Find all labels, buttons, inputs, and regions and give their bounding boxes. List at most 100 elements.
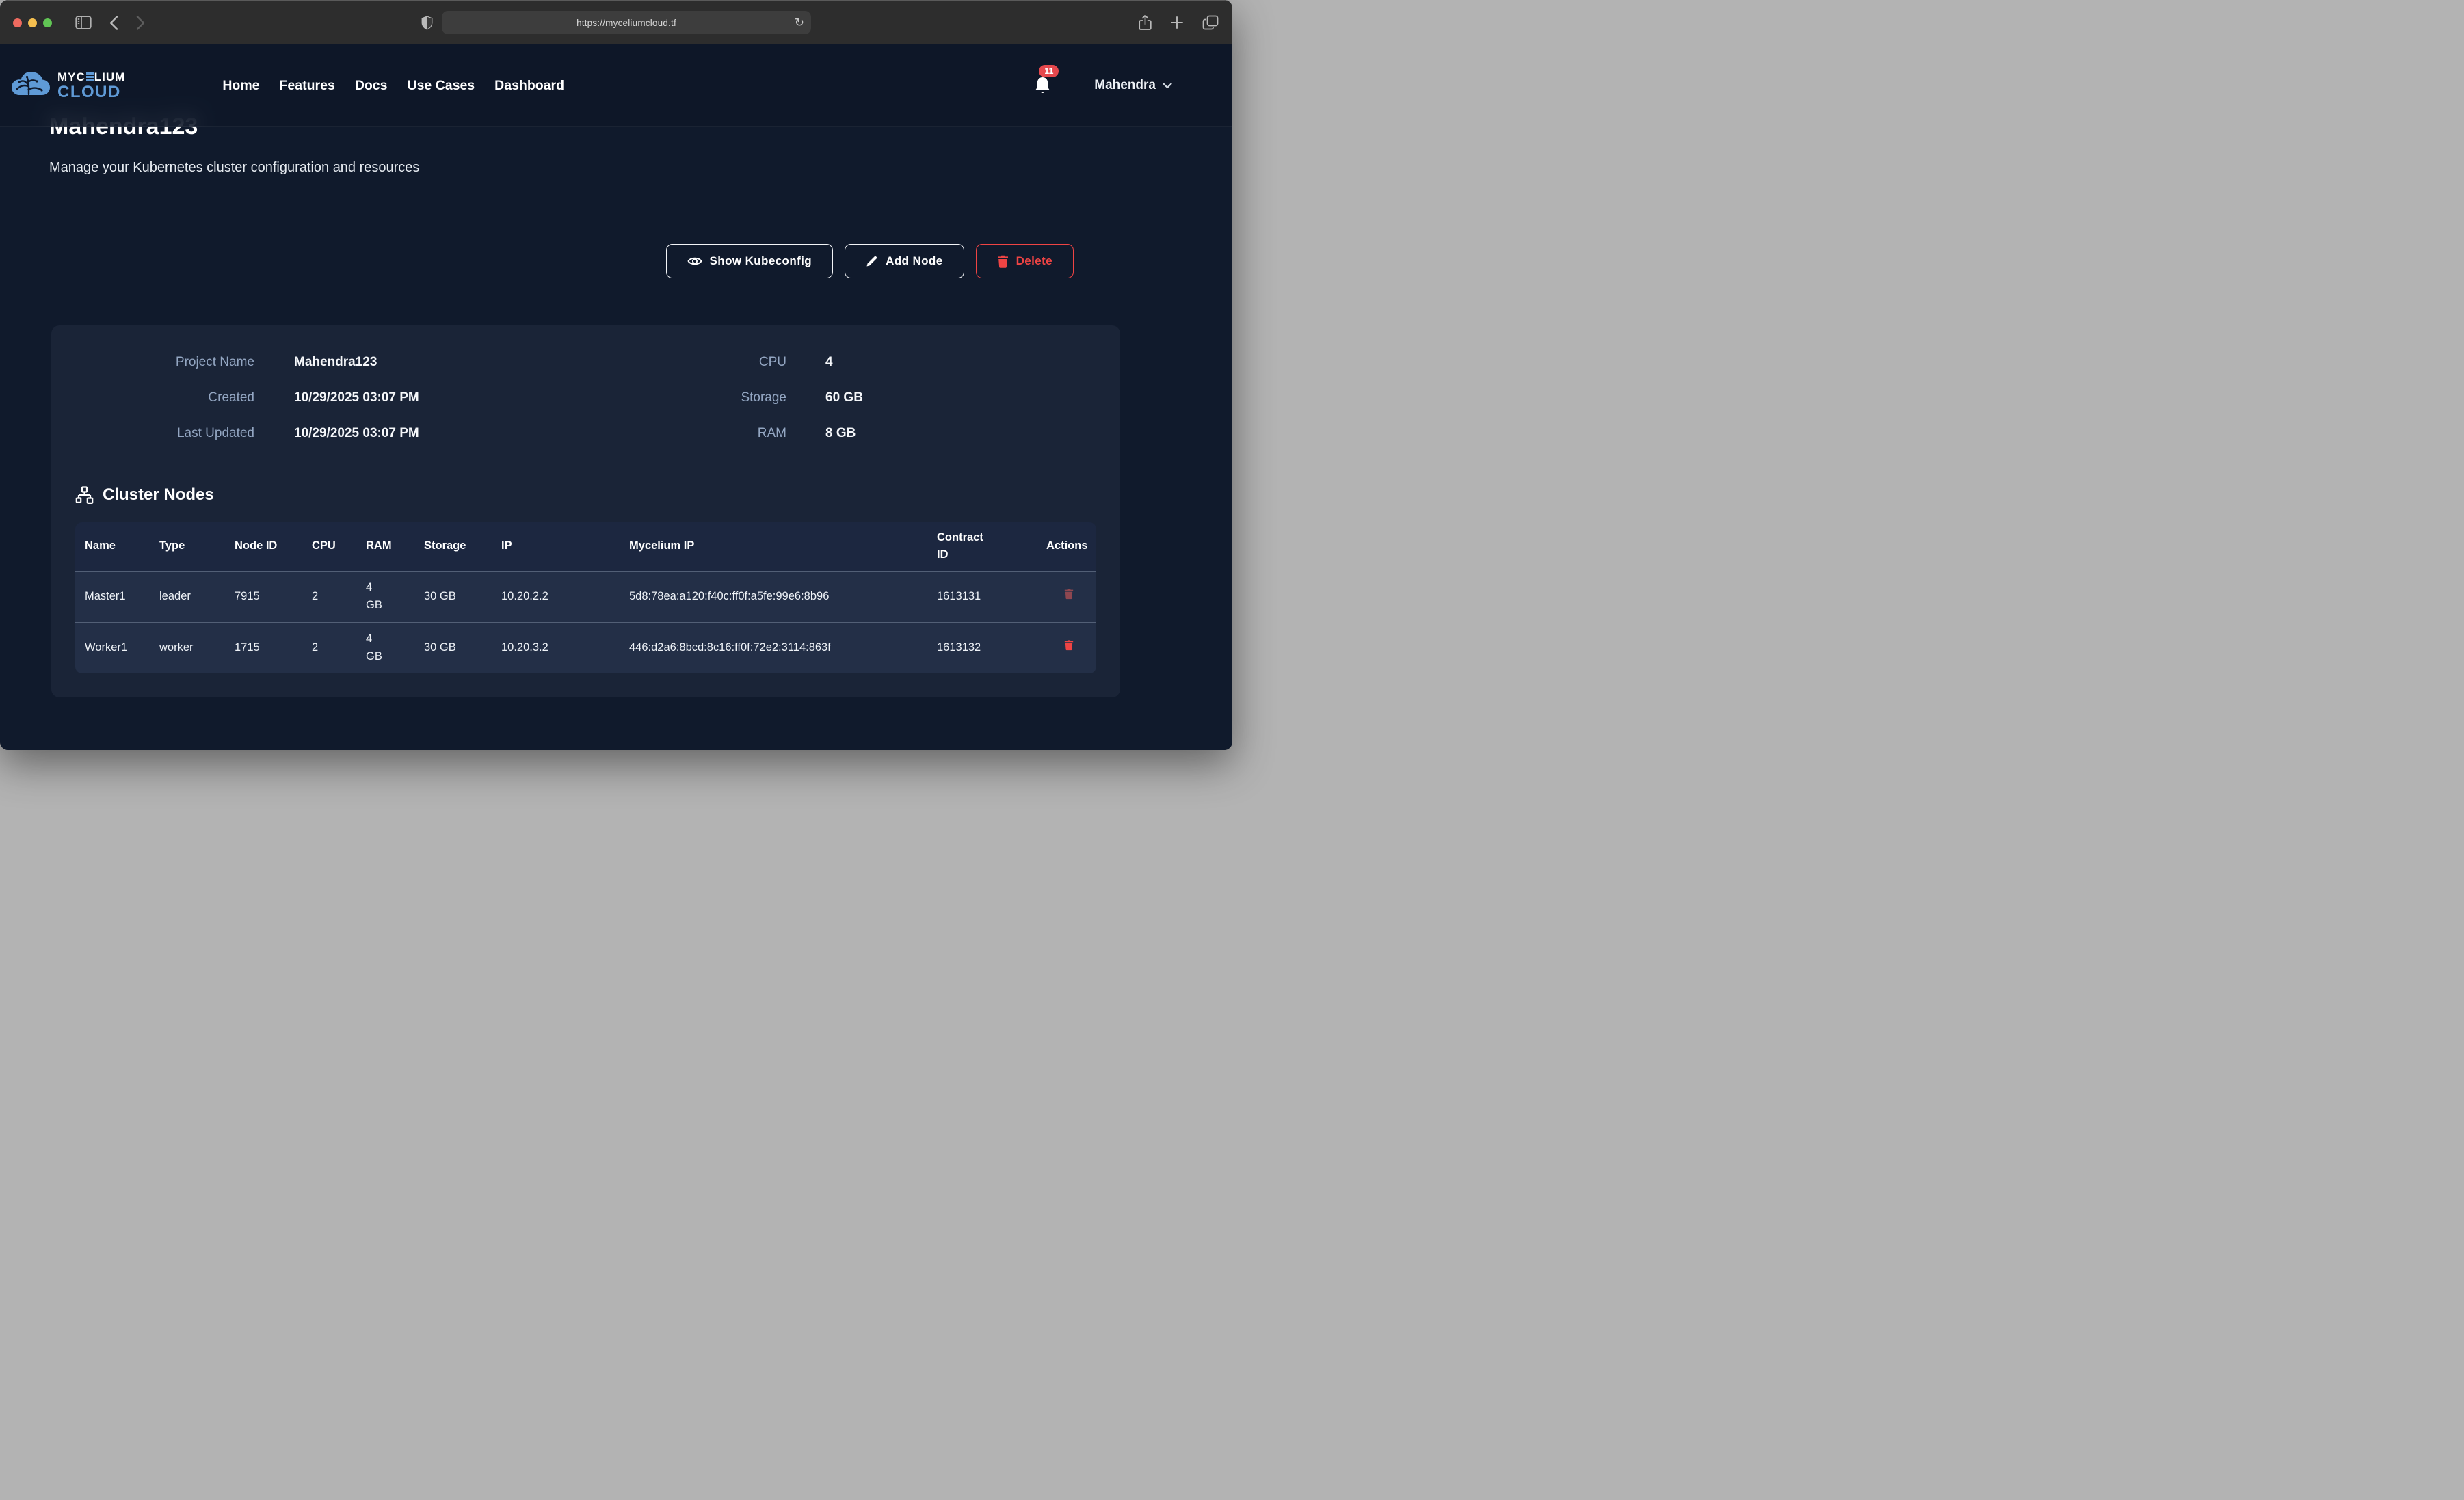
node-storage: 30 GB — [414, 622, 492, 673]
table-header-row: Name Type Node ID CPU RAM Storage IP Myc… — [75, 522, 1096, 571]
close-window-button[interactable] — [13, 18, 22, 27]
nav-item-dashboard[interactable]: Dashboard — [494, 78, 564, 94]
table-row: Master1 leader 7915 2 4 GB 30 GB 10.20.2… — [75, 571, 1096, 622]
window-controls — [13, 18, 52, 27]
back-icon[interactable] — [109, 16, 118, 30]
col-actions: Actions — [1037, 522, 1096, 571]
tab-overview-icon[interactable] — [1202, 15, 1219, 30]
nav-item-home[interactable]: Home — [222, 78, 259, 94]
node-id: 7915 — [225, 571, 302, 622]
col-ram: RAM — [356, 522, 414, 571]
node-type: leader — [150, 571, 225, 622]
storage-label: Storage — [571, 390, 786, 405]
mycelium-cloud-logo[interactable]: MYC LIUM CLOUD — [11, 70, 125, 101]
delete-node-button[interactable] — [1064, 639, 1074, 651]
project-name-value: Mahendra123 — [294, 355, 571, 370]
node-cpu: 2 — [302, 571, 356, 622]
nav-links: Home Features Docs Use Cases Dashboard — [222, 78, 564, 94]
node-actions — [1037, 622, 1096, 673]
add-node-button[interactable]: Add Node — [845, 244, 964, 278]
col-storage: Storage — [414, 522, 492, 571]
last-updated-label: Last Updated — [75, 426, 254, 441]
node-ip: 10.20.2.2 — [492, 571, 620, 622]
node-actions — [1037, 571, 1096, 622]
cpu-value: 4 — [825, 355, 1096, 370]
node-mycelium-ip: 5d8:78ea:a120:f40c:ff0f:a5fe:99e6:8b96 — [620, 571, 927, 622]
node-contract-id: 1613131 — [927, 571, 1037, 622]
show-kubeconfig-button[interactable]: Show Kubeconfig — [666, 244, 834, 278]
cluster-details-panel: Project Name Mahendra123 CPU 4 Created 1… — [51, 325, 1120, 697]
trash-icon — [1064, 639, 1074, 651]
cluster-nodes-header: Cluster Nodes — [75, 485, 1096, 505]
new-tab-icon[interactable] — [1170, 16, 1184, 29]
node-ram: 4 GB — [356, 622, 414, 673]
delete-cluster-button[interactable]: Delete — [976, 244, 1074, 278]
node-type: worker — [150, 622, 225, 673]
address-bar[interactable]: https://myceliumcloud.tf ↻ — [442, 11, 811, 34]
notification-badge: 11 — [1039, 65, 1059, 78]
col-name: Name — [75, 522, 150, 571]
col-node-id: Node ID — [225, 522, 302, 571]
node-ram: 4 GB — [356, 571, 414, 622]
node-contract-id: 1613132 — [927, 622, 1037, 673]
share-icon[interactable] — [1139, 14, 1152, 31]
nav-item-features[interactable]: Features — [280, 78, 335, 94]
browser-window: https://myceliumcloud.tf ↻ — [0, 0, 1232, 750]
logo-bars-icon — [86, 72, 94, 81]
cluster-actions-bar: Show Kubeconfig Add Node Delete — [0, 244, 1074, 278]
logo-wordmark: MYC LIUM CLOUD — [57, 71, 125, 101]
last-updated-value: 10/29/2025 03:07 PM — [294, 426, 571, 441]
browser-toolbar: https://myceliumcloud.tf ↻ — [0, 0, 1232, 44]
node-cpu: 2 — [302, 622, 356, 673]
col-contract-id: Contract ID — [927, 522, 1037, 571]
col-ip: IP — [492, 522, 620, 571]
node-id: 1715 — [225, 622, 302, 673]
minimize-window-button[interactable] — [28, 18, 37, 27]
cpu-label: CPU — [571, 355, 786, 370]
col-cpu: CPU — [302, 522, 356, 571]
notifications-button[interactable]: 11 — [1033, 76, 1052, 96]
col-mycelium-ip: Mycelium IP — [620, 522, 927, 571]
cluster-nodes-table: Name Type Node ID CPU RAM Storage IP Myc… — [75, 522, 1096, 673]
nav-item-use-cases[interactable]: Use Cases — [408, 78, 475, 94]
reload-icon[interactable]: ↻ — [795, 17, 804, 29]
trash-icon — [997, 255, 1009, 268]
url-text: https://myceliumcloud.tf — [577, 18, 676, 28]
user-menu[interactable]: Mahendra — [1094, 78, 1172, 93]
logo-word-bottom: CLOUD — [57, 84, 125, 101]
node-ip: 10.20.3.2 — [492, 622, 620, 673]
bell-icon — [1033, 76, 1052, 96]
user-name: Mahendra — [1094, 78, 1156, 93]
network-nodes-icon — [75, 486, 94, 505]
delete-label: Delete — [1016, 254, 1052, 268]
node-mycelium-ip: 446:d2a6:8bcd:8c16:ff0f:72e2:3114:863f — [620, 622, 927, 673]
add-node-label: Add Node — [886, 254, 942, 268]
table-row: Worker1 worker 1715 2 4 GB 30 GB 10.20.3… — [75, 622, 1096, 673]
show-kubeconfig-label: Show Kubeconfig — [710, 254, 812, 268]
logo-word-top-left: MYC — [57, 71, 85, 83]
cloud-logo-icon — [11, 70, 51, 101]
node-storage: 30 GB — [414, 571, 492, 622]
delete-node-button[interactable] — [1064, 588, 1074, 600]
zoom-window-button[interactable] — [43, 18, 52, 27]
pencil-icon — [866, 255, 878, 267]
cluster-details-grid: Project Name Mahendra123 CPU 4 Created 1… — [75, 345, 1096, 451]
storage-value: 60 GB — [825, 390, 1096, 405]
ram-value: 8 GB — [825, 426, 1096, 441]
project-name-label: Project Name — [75, 355, 254, 370]
sidebar-toggle-icon[interactable] — [75, 16, 92, 29]
logo-word-top-right: LIUM — [94, 71, 126, 83]
node-name: Master1 — [75, 571, 150, 622]
eye-icon — [687, 255, 702, 267]
ram-label: RAM — [571, 426, 786, 441]
created-label: Created — [75, 390, 254, 405]
node-name: Worker1 — [75, 622, 150, 673]
page-viewport: Mahendra123 Manage your Kubernetes clust… — [0, 44, 1232, 750]
site-navbar: MYC LIUM CLOUD Home Features Docs Use Ca… — [0, 44, 1232, 127]
privacy-shield-icon[interactable] — [421, 16, 433, 30]
page-subtitle: Manage your Kubernetes cluster configura… — [49, 159, 1232, 176]
col-type: Type — [150, 522, 225, 571]
created-value: 10/29/2025 03:07 PM — [294, 390, 571, 405]
forward-icon[interactable] — [136, 16, 145, 30]
nav-item-docs[interactable]: Docs — [355, 78, 388, 94]
